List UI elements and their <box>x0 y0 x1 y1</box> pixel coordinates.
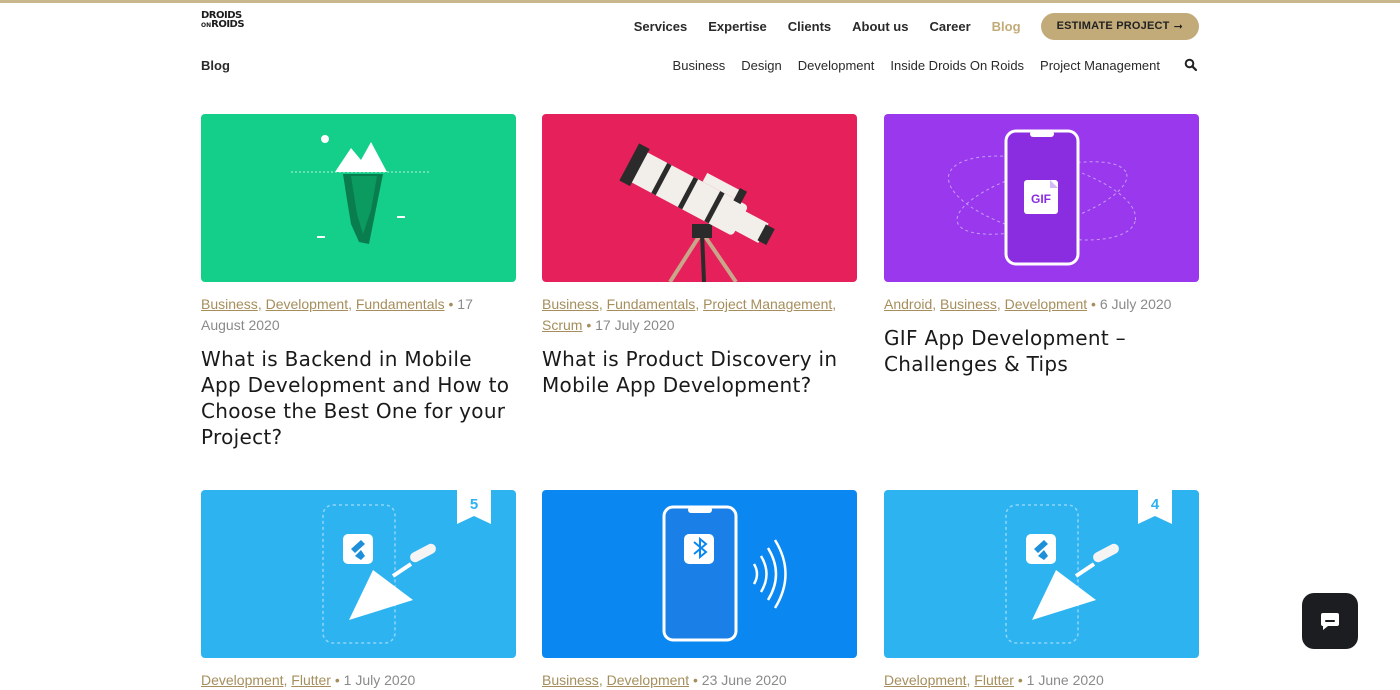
section-title: Blog <box>201 58 230 73</box>
top-accent-line <box>0 0 1400 3</box>
post-meta: Development, Flutter • 1 July 2020 <box>201 672 416 688</box>
telescope-illustration <box>619 143 775 282</box>
arrow-right-icon: ➞ <box>1173 20 1183 33</box>
chat-bubble-icon <box>1321 613 1339 630</box>
post-date: 1 June 2020 <box>1026 672 1104 688</box>
category-project-management[interactable]: Project Management <box>1040 58 1160 73</box>
tag-link[interactable]: Flutter <box>974 672 1014 688</box>
post-title[interactable]: What is Backend in Mobile App Developmen… <box>201 346 516 450</box>
post-date: 6 July 2020 <box>1099 296 1172 312</box>
tag-link[interactable]: Development <box>1005 296 1088 312</box>
main-nav: Services Expertise Clients About us Care… <box>613 12 1199 40</box>
category-development[interactable]: Development <box>798 58 875 73</box>
post-meta: Android, Business, Development • 6 July … <box>884 296 1172 312</box>
nav-services[interactable]: Services <box>634 19 688 34</box>
tag-link[interactable]: Development <box>607 672 690 688</box>
tag-link[interactable]: Business <box>542 296 599 312</box>
post-card[interactable]: Business, Development, Fundamentals • 17… <box>201 114 516 450</box>
nav-about-us[interactable]: About us <box>852 19 908 34</box>
post-meta: Business, Development, Fundamentals • 17… <box>201 296 473 333</box>
category-inside[interactable]: Inside Droids On Roids <box>890 58 1024 73</box>
iceberg-illustration <box>291 135 431 244</box>
post-title[interactable]: GIF App Development – Challenges & Tips <box>884 325 1199 377</box>
flutter-trowel-illustration <box>1005 490 1172 644</box>
post-date: 17 July 2020 <box>595 317 675 333</box>
flutter-trowel-illustration <box>322 490 491 644</box>
search-icon[interactable] <box>1184 58 1198 72</box>
nav-clients[interactable]: Clients <box>788 19 831 34</box>
logo-line2: ONROIDS <box>201 19 245 30</box>
tag-link[interactable]: Development <box>201 672 284 688</box>
post-card[interactable]: GIF Android, Business, Development • 6 J… <box>884 114 1199 377</box>
post-thumbnail[interactable]: 4 <box>884 490 1199 658</box>
post-thumbnail[interactable]: 5 <box>201 490 516 658</box>
nav-expertise[interactable]: Expertise <box>708 19 767 34</box>
tag-link[interactable]: Flutter <box>291 672 331 688</box>
post-thumbnail[interactable] <box>201 114 516 282</box>
tag-link[interactable]: Business <box>542 672 599 688</box>
category-business[interactable]: Business <box>673 58 726 73</box>
tag-link[interactable]: Development <box>266 296 349 312</box>
logo[interactable]: DROIDS ONROIDS <box>201 11 247 39</box>
ribbon-number: 5 <box>469 496 479 513</box>
ribbon-number: 4 <box>1150 496 1160 513</box>
post-card[interactable]: 5 Development, Flutter • 1 July 2020 <box>201 490 516 690</box>
tag-link[interactable]: Development <box>884 672 967 688</box>
post-card[interactable]: Business, Fundamentals, Project Manageme… <box>542 114 857 398</box>
category-design[interactable]: Design <box>741 58 781 73</box>
estimate-project-button[interactable]: ESTIMATE PROJECT ➞ <box>1040 12 1199 40</box>
post-card[interactable]: Business, Development • 23 June 2020 <box>542 490 857 690</box>
tag-link[interactable]: Fundamentals <box>356 296 445 312</box>
tag-link[interactable]: Scrum <box>542 317 582 333</box>
category-nav: Business Design Development Inside Droid… <box>657 58 1160 73</box>
estimate-label: ESTIMATE PROJECT <box>1056 20 1170 32</box>
tag-link[interactable]: Fundamentals <box>607 296 696 312</box>
post-date: 23 June 2020 <box>701 672 787 688</box>
gif-file-icon: GIF <box>1031 192 1051 206</box>
tag-link[interactable]: Business <box>201 296 258 312</box>
post-thumbnail[interactable]: GIF <box>884 114 1199 282</box>
post-card[interactable]: 4 Development, Flutter • 1 June 2020 <box>884 490 1199 690</box>
nav-blog[interactable]: Blog <box>992 19 1021 34</box>
tag-link[interactable]: Business <box>940 296 997 312</box>
tag-link[interactable]: Android <box>884 296 932 312</box>
bluetooth-phone-illustration <box>662 505 787 642</box>
chat-button[interactable] <box>1302 593 1358 649</box>
nav-career[interactable]: Career <box>929 19 970 34</box>
post-meta: Development, Flutter • 1 June 2020 <box>884 672 1104 688</box>
post-date: 1 July 2020 <box>343 672 416 688</box>
post-meta: Business, Development • 23 June 2020 <box>542 672 787 688</box>
post-title[interactable]: What is Product Discovery in Mobile App … <box>542 346 857 398</box>
post-thumbnail[interactable] <box>542 490 857 658</box>
tag-link[interactable]: Project Management <box>703 296 832 312</box>
post-thumbnail[interactable] <box>542 114 857 282</box>
post-meta: Business, Fundamentals, Project Manageme… <box>542 296 837 333</box>
